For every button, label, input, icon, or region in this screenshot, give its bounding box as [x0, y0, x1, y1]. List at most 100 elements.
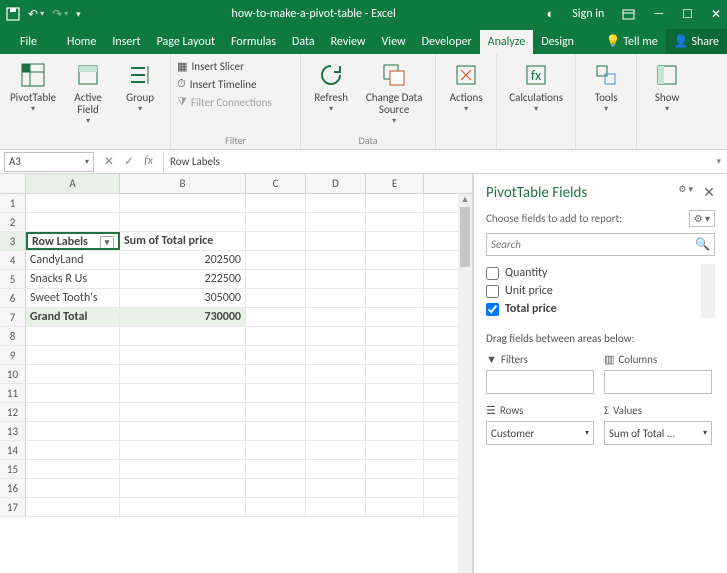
save-icon[interactable]: [6, 7, 20, 21]
cell[interactable]: [306, 403, 366, 421]
row-header[interactable]: 1: [0, 194, 26, 212]
field-item[interactable]: Unit price: [486, 282, 701, 300]
ribbon-display-icon[interactable]: [622, 9, 635, 20]
cell[interactable]: [26, 365, 120, 383]
row-header[interactable]: 4: [0, 251, 26, 269]
cell[interactable]: [366, 403, 424, 421]
cell[interactable]: Snacks R Us: [26, 270, 120, 288]
tab-insert[interactable]: Insert: [104, 30, 148, 54]
signin-link[interactable]: Sign in: [572, 7, 604, 21]
cell[interactable]: [306, 232, 366, 250]
cell[interactable]: [26, 384, 120, 402]
cell[interactable]: [306, 384, 366, 402]
filter-dropdown-icon[interactable]: ▾: [100, 236, 114, 250]
cell[interactable]: [120, 403, 246, 421]
row-header[interactable]: 8: [0, 327, 26, 345]
col-header-e[interactable]: E: [366, 174, 424, 193]
share-button[interactable]: 👤 Share: [666, 29, 727, 54]
tab-formulas[interactable]: Formulas: [223, 30, 284, 54]
row-header[interactable]: 17: [0, 498, 26, 516]
cell[interactable]: [366, 422, 424, 440]
cell[interactable]: [26, 346, 120, 364]
tools-button[interactable]: Tools: [582, 58, 630, 130]
cell[interactable]: [366, 498, 424, 516]
field-checkbox[interactable]: [486, 267, 499, 280]
cell[interactable]: [246, 270, 306, 288]
col-header-d[interactable]: D: [306, 174, 366, 193]
accept-formula-icon[interactable]: ✓: [124, 154, 134, 169]
pivottable-button[interactable]: PivotTable: [6, 58, 60, 130]
cell[interactable]: 730000: [120, 308, 246, 326]
formula-bar[interactable]: Row Labels: [163, 152, 710, 172]
search-input[interactable]: [491, 238, 695, 251]
cell[interactable]: [120, 479, 246, 497]
row-header[interactable]: 10: [0, 365, 26, 383]
cell[interactable]: [306, 289, 366, 307]
cell[interactable]: [246, 479, 306, 497]
redo-icon[interactable]: ↷: [52, 7, 68, 22]
cell[interactable]: [366, 251, 424, 269]
cell[interactable]: [246, 384, 306, 402]
values-field-item[interactable]: Sum of Total ...: [609, 427, 675, 440]
cell[interactable]: [366, 289, 424, 307]
cell[interactable]: [366, 441, 424, 459]
maximize-button[interactable]: ☐: [682, 7, 693, 22]
tab-analyze[interactable]: Analyze: [480, 30, 534, 54]
field-search[interactable]: 🔍: [486, 233, 715, 256]
undo-icon[interactable]: ↶: [28, 7, 44, 22]
cell[interactable]: [366, 384, 424, 402]
minimize-button[interactable]: —: [653, 7, 664, 21]
cell[interactable]: Sweet Tooth's: [26, 289, 120, 307]
cell[interactable]: [26, 327, 120, 345]
cell[interactable]: [366, 365, 424, 383]
cell[interactable]: Sum of Total price: [120, 232, 246, 250]
refresh-button[interactable]: Refresh: [307, 58, 355, 130]
cell[interactable]: [120, 384, 246, 402]
col-header-a[interactable]: A: [26, 174, 120, 193]
tab-view[interactable]: View: [374, 30, 414, 54]
columns-area[interactable]: ▥Columns: [604, 353, 712, 394]
cell[interactable]: [26, 213, 120, 231]
cell[interactable]: [306, 479, 366, 497]
cell[interactable]: [246, 346, 306, 364]
row-header[interactable]: 16: [0, 479, 26, 497]
cell[interactable]: [306, 213, 366, 231]
tab-home[interactable]: Home: [59, 30, 104, 54]
cell[interactable]: [246, 251, 306, 269]
cell[interactable]: [246, 289, 306, 307]
cell[interactable]: [306, 460, 366, 478]
cell[interactable]: [120, 441, 246, 459]
cell[interactable]: [306, 346, 366, 364]
cell[interactable]: [246, 213, 306, 231]
worksheet[interactable]: A B C D E 123Row Labels▾Sum of Total pri…: [0, 174, 473, 573]
cell[interactable]: CandyLand: [26, 251, 120, 269]
row-header[interactable]: 5: [0, 270, 26, 288]
filter-connections-button[interactable]: ⧩Filter Connections: [177, 93, 294, 111]
close-panel-button[interactable]: ✕: [703, 184, 715, 201]
cell[interactable]: [120, 422, 246, 440]
field-item[interactable]: Total price: [486, 300, 701, 318]
row-header[interactable]: 13: [0, 422, 26, 440]
cell[interactable]: [26, 194, 120, 212]
cell[interactable]: [120, 460, 246, 478]
rows-area[interactable]: ☰Rows Customer▾: [486, 404, 594, 445]
col-header-b[interactable]: B: [120, 174, 246, 193]
cell[interactable]: [306, 270, 366, 288]
insert-slicer-button[interactable]: ▦Insert Slicer: [177, 58, 294, 75]
active-field-button[interactable]: Active Field: [64, 58, 112, 130]
field-checkbox[interactable]: [486, 303, 499, 316]
vertical-scrollbar[interactable]: ▲: [458, 194, 472, 573]
cell[interactable]: [246, 403, 306, 421]
row-header[interactable]: 9: [0, 346, 26, 364]
cell[interactable]: [26, 422, 120, 440]
rows-field-item[interactable]: Customer: [491, 427, 534, 440]
tab-design[interactable]: Design: [533, 30, 582, 54]
row-header[interactable]: 12: [0, 403, 26, 421]
cell[interactable]: [246, 194, 306, 212]
filters-area[interactable]: ▼Filters: [486, 353, 594, 394]
cell[interactable]: [366, 346, 424, 364]
cell[interactable]: [306, 327, 366, 345]
row-header[interactable]: 11: [0, 384, 26, 402]
cell[interactable]: [246, 441, 306, 459]
cell[interactable]: [120, 327, 246, 345]
